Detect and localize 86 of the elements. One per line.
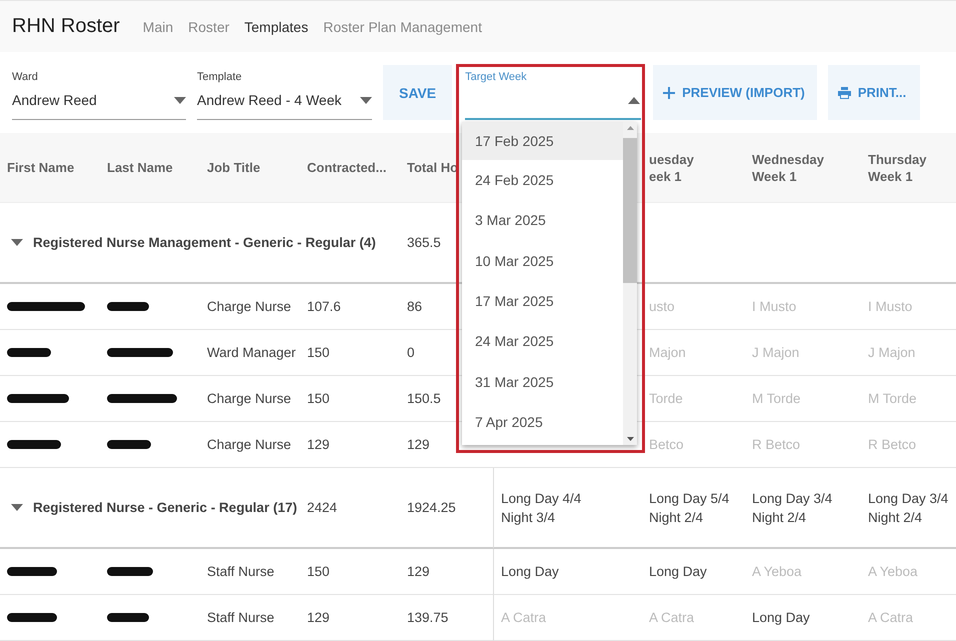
nav-tab[interactable]: Templates [244, 18, 308, 34]
cell-value: 129 [407, 563, 430, 581]
cell-value: 150 [307, 344, 330, 362]
cell-value: 150.5 [407, 390, 441, 408]
field-value: Andrew Reed [12, 92, 97, 108]
job-title: Staff Nurse [207, 563, 274, 581]
shift-text: Majon [649, 344, 686, 362]
printer-icon [838, 86, 851, 98]
cell-value: 86 [407, 298, 422, 316]
shift-text: usto [649, 298, 675, 316]
column-header[interactable]: Last Name [107, 159, 173, 176]
cell-value: 150 [307, 563, 330, 581]
scroll-up-icon [626, 126, 634, 130]
shift-text: Long Day 3/4 Night 2/4 [868, 490, 948, 526]
job-title: Charge Nurse [207, 298, 292, 316]
shift-text: A Catra [501, 609, 546, 627]
shift-text: M Torde [868, 390, 917, 408]
select-field[interactable]: Ward Andrew Reed [12, 65, 186, 120]
cell-value: 150 [307, 390, 330, 408]
cell-value: 1924.25 [407, 499, 456, 517]
field-label: Ward [12, 71, 38, 83]
dropdown-option[interactable]: 10 Mar 2025 [462, 240, 623, 281]
shift-text: R Betco [752, 436, 800, 454]
shift-text: Long Day 5/4 Night 2/4 [649, 490, 730, 526]
shift-text: J Majon [868, 344, 916, 362]
shift-text: Long Day [649, 563, 707, 581]
group-label: Registered Nurse Management - Generic - Regular (4) [33, 235, 376, 250]
cell-value: 107.6 [307, 298, 341, 316]
dropdown-option[interactable]: 31 Mar 2025 [462, 361, 623, 402]
nav-tab[interactable]: Roster [188, 18, 230, 34]
cell-value: 365.5 [407, 234, 441, 252]
column-header[interactable]: Contracted... [307, 159, 386, 176]
dropdown-option[interactable]: 24 Mar 2025 [462, 321, 623, 362]
nav-tab[interactable]: Main [142, 18, 174, 34]
shift-text: Long Day 4/4 Night 3/4 [501, 490, 582, 526]
job-title: Charge Nurse [207, 436, 292, 454]
cell-value: 139.75 [407, 609, 448, 627]
dropdown-option[interactable]: 17 Mar 2025 [462, 280, 623, 322]
target-week-field[interactable]: Target Week [465, 65, 642, 120]
shift-text: A Catra [649, 609, 694, 627]
shift-text: Long Day 3/4 Night 2/4 [752, 490, 832, 526]
column-header[interactable]: Job Title [207, 159, 260, 176]
cell-value: 2424 [307, 499, 338, 517]
cell-value: 0 [407, 344, 415, 362]
shift-text: I Musto [752, 298, 796, 316]
caret-up-icon [628, 97, 640, 104]
dropdown-option[interactable]: 17 Feb 2025 [462, 122, 623, 160]
caret-down-icon [360, 96, 372, 104]
job-title: Charge Nurse [207, 390, 292, 408]
caret-down-icon [174, 96, 186, 104]
shift-text: A Catra [868, 609, 914, 627]
shift-text: Long Day [752, 609, 810, 627]
print-button[interactable]: PRINT... [828, 65, 920, 120]
job-title: Staff Nurse [207, 609, 274, 627]
shift-text: M Torde [752, 390, 801, 408]
cell-value: 129 [407, 436, 430, 454]
preview-import-button[interactable]: PREVIEW (IMPORT) [653, 65, 817, 120]
cell-value: 129 [307, 609, 330, 627]
dropdown-option[interactable]: 3 Mar 2025 [462, 200, 623, 241]
scroll-down-icon [626, 437, 634, 441]
job-title: Ward Manager [207, 344, 296, 362]
field-label: Target Week [465, 71, 527, 83]
shift-text: A Yeboa [868, 563, 918, 581]
shift-text: Torde [649, 390, 683, 408]
plus-icon [663, 86, 676, 98]
column-header[interactable]: First Name [7, 159, 74, 176]
group-label: Registered Nurse - Generic - Regular (17) [33, 500, 298, 515]
scrollbar-thumb[interactable] [623, 138, 637, 283]
caret-down-icon[interactable] [11, 504, 23, 511]
field-value: Andrew Reed - 4 Week [197, 92, 342, 108]
nav-tab[interactable]: Roster Plan Management [323, 18, 482, 34]
caret-down-icon[interactable] [11, 239, 23, 246]
dropdown-option[interactable]: 24 Feb 2025 [462, 160, 623, 200]
dropdown-option[interactable]: 7 Apr 2025 [462, 402, 623, 442]
app-title: RHN Roster [12, 15, 120, 38]
shift-text: Betco [649, 436, 684, 454]
shift-text: R Betco [868, 436, 916, 454]
scrollbar[interactable] [623, 122, 637, 445]
shift-text: Long Day [501, 563, 559, 581]
field-label: Template [197, 71, 242, 83]
select-field[interactable]: Template Andrew Reed - 4 Week [197, 65, 372, 120]
save-button[interactable]: SAVE [383, 65, 452, 120]
shift-text: J Majon [752, 344, 800, 362]
shift-text: I Musto [868, 298, 912, 316]
shift-text: A Yeboa [752, 563, 802, 581]
cell-value: 129 [307, 436, 330, 454]
